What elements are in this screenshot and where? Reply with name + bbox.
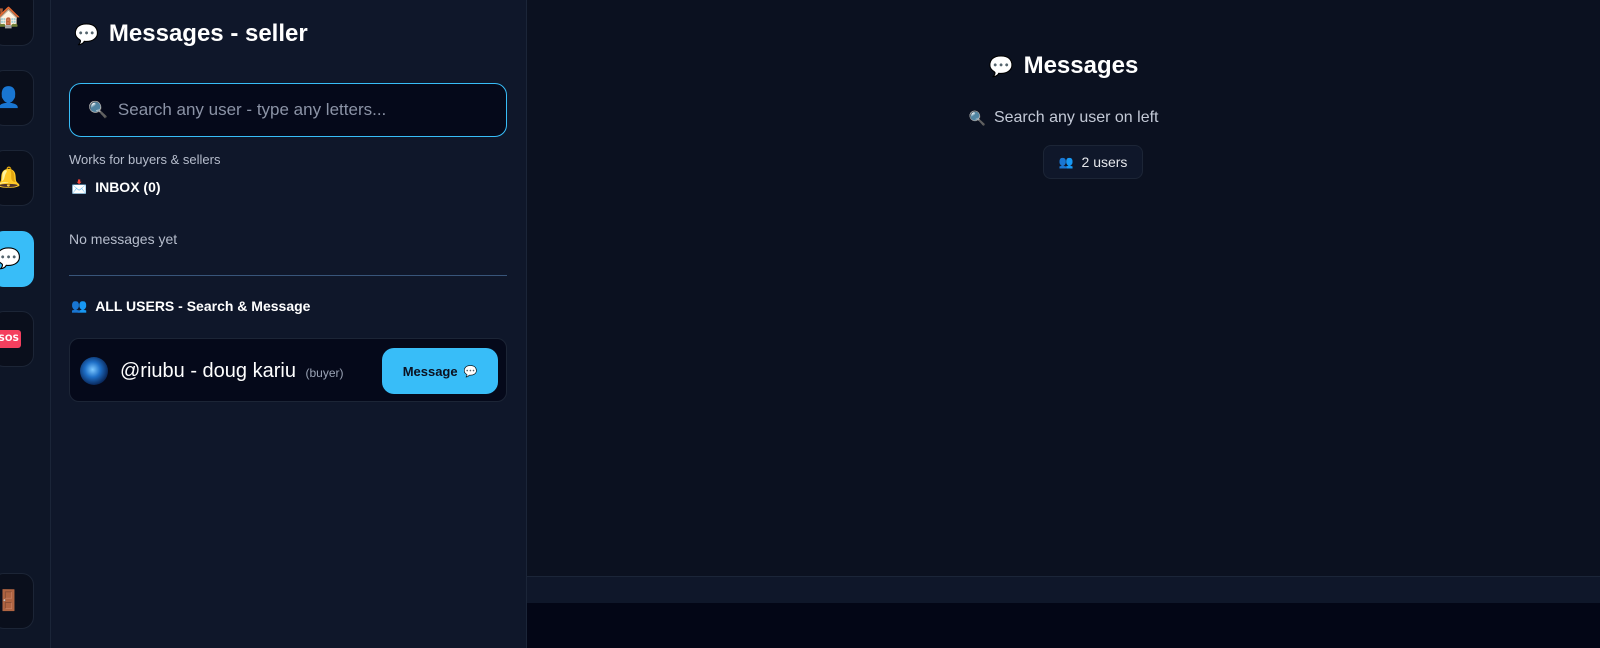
search-hint: Works for buyers & sellers: [69, 152, 221, 167]
user-search-input[interactable]: [117, 100, 506, 120]
bottom-bar: [527, 603, 1600, 648]
main-hint: 🔍 Search any user on left: [527, 109, 1600, 127]
home-icon: 🏠: [0, 7, 21, 29]
user-role: (buyer): [305, 366, 344, 380]
user-count-badge: 👥 2 users: [1043, 145, 1143, 179]
rail-logout-button[interactable]: 🚪: [0, 573, 34, 629]
rail-sos-button[interactable]: SOS: [0, 311, 34, 367]
message-button-label: Message: [402, 363, 458, 379]
speech-bubble-icon: 💬: [463, 365, 478, 378]
users-icon: 👥: [1058, 155, 1074, 169]
message-user-button[interactable]: Message 💬: [382, 348, 498, 394]
user-name: @riubu - doug kariu (buyer): [120, 360, 344, 383]
rail-profile-button[interactable]: 👤: [0, 70, 34, 126]
user-icon: 👤: [0, 87, 21, 109]
bell-icon: 🔔: [0, 167, 21, 189]
search-icon: 🔍: [968, 109, 986, 126]
user-card[interactable]: @riubu - doug kariu (buyer) Message 💬: [69, 338, 507, 402]
search-icon: 🔍: [88, 102, 108, 119]
speech-bubble-icon: 💬: [74, 23, 99, 46]
panel-title-text: Messages - seller: [108, 20, 308, 47]
panel-title: 💬 Messages - seller: [74, 20, 308, 48]
main-title: 💬 Messages: [527, 52, 1600, 80]
inbox-header: 📩 INBOX (0): [71, 179, 161, 195]
rail-messages-button[interactable]: 💬: [0, 231, 34, 287]
user-search-box[interactable]: 🔍: [69, 83, 507, 137]
main-hint-text: Search any user on left: [993, 109, 1159, 126]
all-users-label: ALL USERS - Search & Message: [95, 298, 311, 314]
rail-home-button[interactable]: 🏠: [0, 0, 34, 46]
avatar: [80, 357, 108, 385]
section-divider: [69, 275, 507, 276]
rail-notifications-button[interactable]: 🔔: [0, 150, 34, 206]
main-title-text: Messages: [1023, 52, 1139, 79]
inbox-label: INBOX (0): [95, 179, 161, 195]
user-count-text: 2 users: [1081, 154, 1128, 170]
door-icon: 🚪: [0, 590, 21, 612]
user-name-text: @riubu - doug kariu: [120, 360, 296, 382]
main-content: 💬 Messages 🔍 Search any user on left 👥 2…: [527, 0, 1600, 576]
conversation-panel: 💬 Messages - seller 🔍 Works for buyers &…: [51, 0, 527, 648]
app-root: 🏠 👤 🔔 💬 SOS 🚪 💬 Messages - seller 🔍 Work…: [0, 0, 1600, 648]
icon-rail: 🏠 👤 🔔 💬 SOS 🚪: [0, 0, 51, 648]
speech-bubble-icon: 💬: [988, 55, 1014, 78]
sos-icon: SOS: [0, 330, 21, 348]
inbox-empty-text: No messages yet: [69, 231, 178, 247]
all-users-header: 👥 ALL USERS - Search & Message: [71, 298, 310, 314]
composer-strip: [527, 576, 1600, 603]
speech-bubble-icon: 💬: [0, 248, 21, 270]
users-icon: 👥: [71, 298, 88, 313]
inbox-icon: 📩: [71, 179, 88, 194]
